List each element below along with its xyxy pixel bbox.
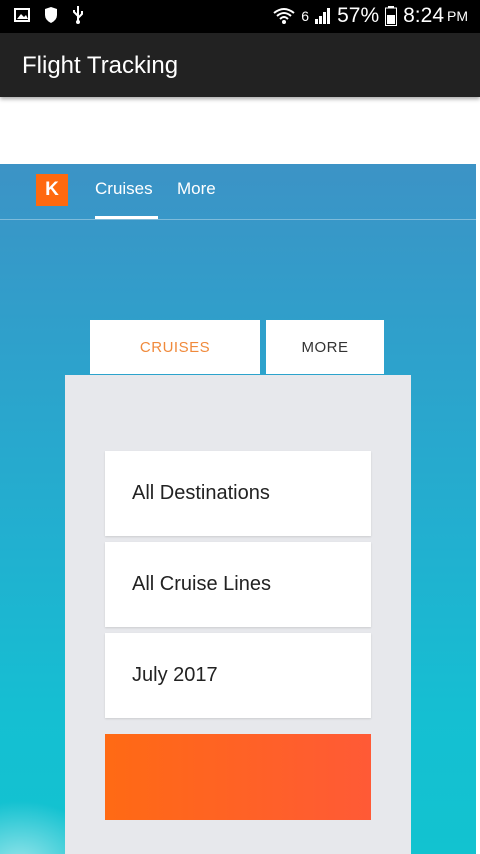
app-bar: Flight Tracking [0,33,480,97]
search-tab-cruises[interactable]: CRUISES [90,320,260,374]
battery-percent: 57% [337,4,380,27]
kayak-logo[interactable]: K [36,174,68,206]
site-nav: K Cruises More [0,164,476,220]
search-tab-more[interactable]: MORE [266,320,384,374]
usb-icon [73,6,83,24]
nav-active-underline [95,216,158,219]
battery-icon [385,6,398,26]
clock-time: 8:24 [403,4,444,27]
search-panel: All Destinations All Cruise Lines July 2… [65,375,411,854]
date-field[interactable]: July 2017 [105,633,371,718]
wifi-icon [273,8,295,24]
web-content: K Cruises More CRUISES MORE All Destinat… [0,164,476,854]
gallery-icon [14,8,30,22]
signal-icon [315,8,331,24]
shield-icon [45,7,57,23]
search-button[interactable] [105,734,371,820]
cruise-lines-field[interactable]: All Cruise Lines [105,542,371,627]
status-bar: 6 57% 8:24 PM [0,0,480,33]
page-edge [476,164,480,854]
destination-field[interactable]: All Destinations [105,451,371,536]
app-title: Flight Tracking [22,52,179,79]
nav-tab-more[interactable]: More [177,179,216,199]
clock-ampm: PM [447,8,468,24]
signal-label: 6 [301,8,310,24]
nav-tab-cruises[interactable]: Cruises [95,179,153,199]
